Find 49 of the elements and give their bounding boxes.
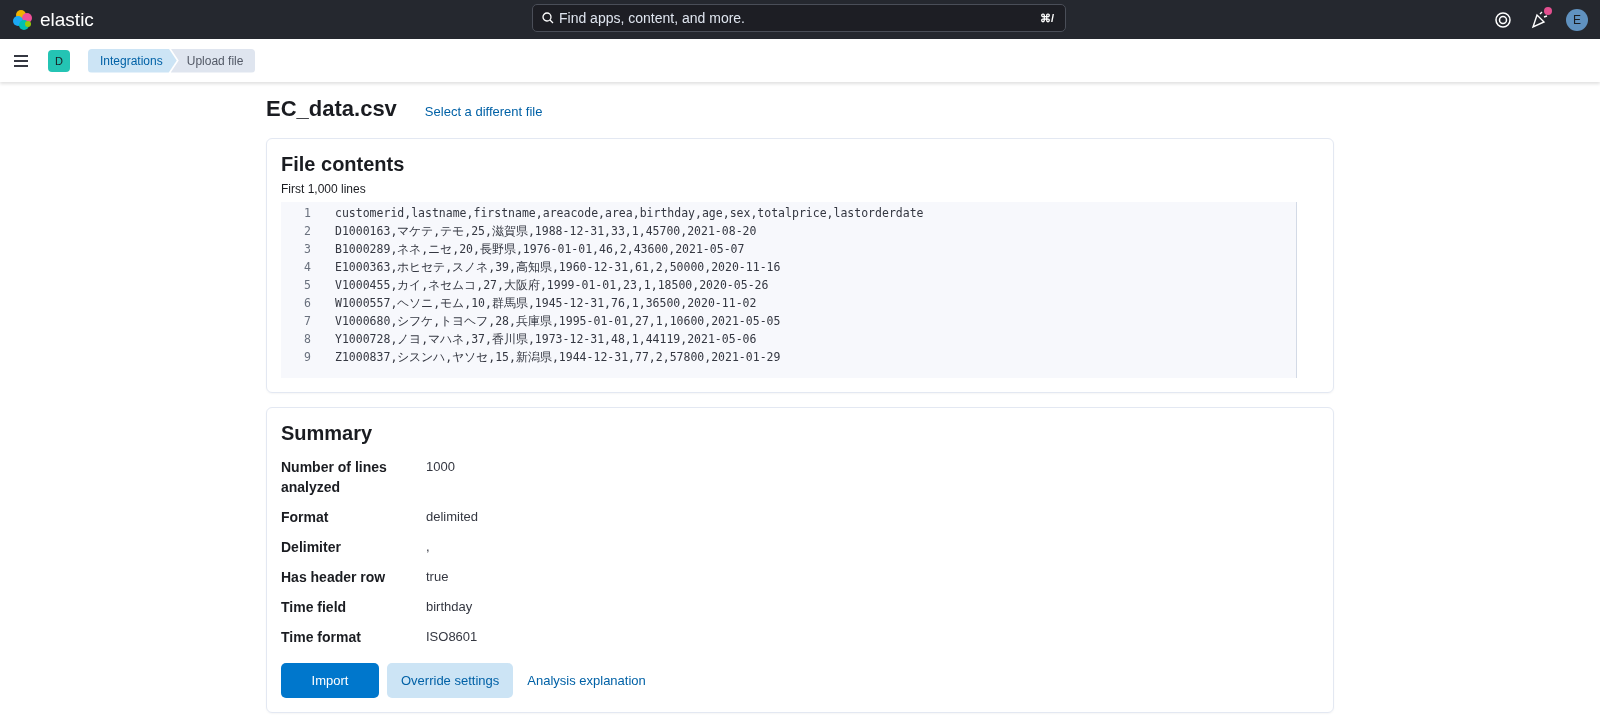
line-number: 8 bbox=[303, 332, 311, 346]
code-line: Z1000837,シスンハ,ヤソセ,15,新潟県,1944-12-31,77,2,57800,2021-01-29 bbox=[335, 349, 781, 365]
summary-label: Time field bbox=[281, 598, 348, 617]
summary-value: 1000 bbox=[426, 458, 456, 476]
summary-label: Number of lines analyzed bbox=[281, 458, 388, 497]
line-number: 7 bbox=[303, 314, 311, 328]
breadcrumb[interactable]: Integrations bbox=[88, 48, 177, 73]
keyboard-shortcut: ⌘/ bbox=[1039, 12, 1054, 25]
search-icon bbox=[542, 12, 554, 24]
line-number: 3 bbox=[303, 242, 311, 256]
code-line: Y1000728,ノヨ,マハネ,37,香川県,1973-12-31,48,1,44119,2021-05-06 bbox=[335, 331, 757, 347]
summary-value: true bbox=[426, 568, 450, 586]
line-number: 4 bbox=[303, 260, 311, 274]
party-horn-icon bbox=[1530, 10, 1548, 29]
help-icon[interactable] bbox=[1494, 10, 1512, 29]
line-number: 2 bbox=[303, 224, 311, 238]
card-title: Summary bbox=[281, 422, 374, 445]
import-button[interactable]: Import bbox=[281, 663, 379, 698]
summary-value: birthday bbox=[426, 598, 474, 616]
notification-dot bbox=[1544, 6, 1552, 15]
code-line: customerid,lastname,firstname,areacode,area,birthday,age,sex,totalprice,lastorderdate bbox=[335, 206, 924, 220]
breadcrumb[interactable]: Upload file bbox=[170, 48, 256, 73]
line-number: 6 bbox=[303, 296, 311, 310]
user-avatar[interactable]: E bbox=[1566, 8, 1588, 31]
summary-label: Has header row bbox=[281, 568, 387, 587]
space-avatar[interactable]: D bbox=[48, 49, 70, 72]
override-button[interactable]: Override settings bbox=[387, 663, 514, 698]
select-file-link[interactable]: Select a different file bbox=[424, 104, 543, 119]
code-line: D1000163,マケテ,テモ,25,滋賀県,1988-12-31,33,1,45700,2021-08-20 bbox=[335, 223, 757, 239]
code-line: E1000363,ホヒセテ,スノネ,39,高知県,1960-12-31,61,2,50000,2020-11-16 bbox=[335, 259, 781, 275]
code-line: V1000680,シフケ,トヨヘフ,28,兵庫県,1995-01-01,27,1,10600,2021-05-05 bbox=[335, 313, 781, 329]
explanation-link[interactable]: Analysis explanation bbox=[521, 663, 652, 698]
line-number: 1 bbox=[303, 206, 311, 220]
brand-name: elastic bbox=[40, 8, 94, 31]
code-line: V1000455,カイ,ネセムコ,27,大阪府,1999-01-01,23,1,18500,2020-05-26 bbox=[335, 277, 769, 293]
code-line: W1000557,ヘソニ,モム,10,群馬県,1945-12-31,76,1,36500,2020-11-02 bbox=[335, 295, 757, 311]
line-count-text: First 1,000 lines bbox=[281, 182, 367, 196]
file-name: EC_data.csv bbox=[266, 96, 397, 122]
summary-label: Time format bbox=[281, 628, 362, 647]
summary-label: Delimiter bbox=[281, 538, 342, 557]
line-number: 9 bbox=[303, 350, 311, 364]
summary-label: Format bbox=[281, 508, 330, 527]
card-title: File contents bbox=[281, 153, 406, 176]
summary-value: ISO8601 bbox=[426, 628, 479, 646]
line-number: 5 bbox=[303, 278, 311, 292]
summary-value: delimited bbox=[426, 508, 480, 526]
summary-value: , bbox=[426, 538, 431, 556]
logo-icon[interactable] bbox=[12, 8, 34, 31]
code-line: B1000289,ネネ,ニセ,20,長野県,1976-01-01,46,2,43600,2021-05-07 bbox=[335, 241, 745, 257]
